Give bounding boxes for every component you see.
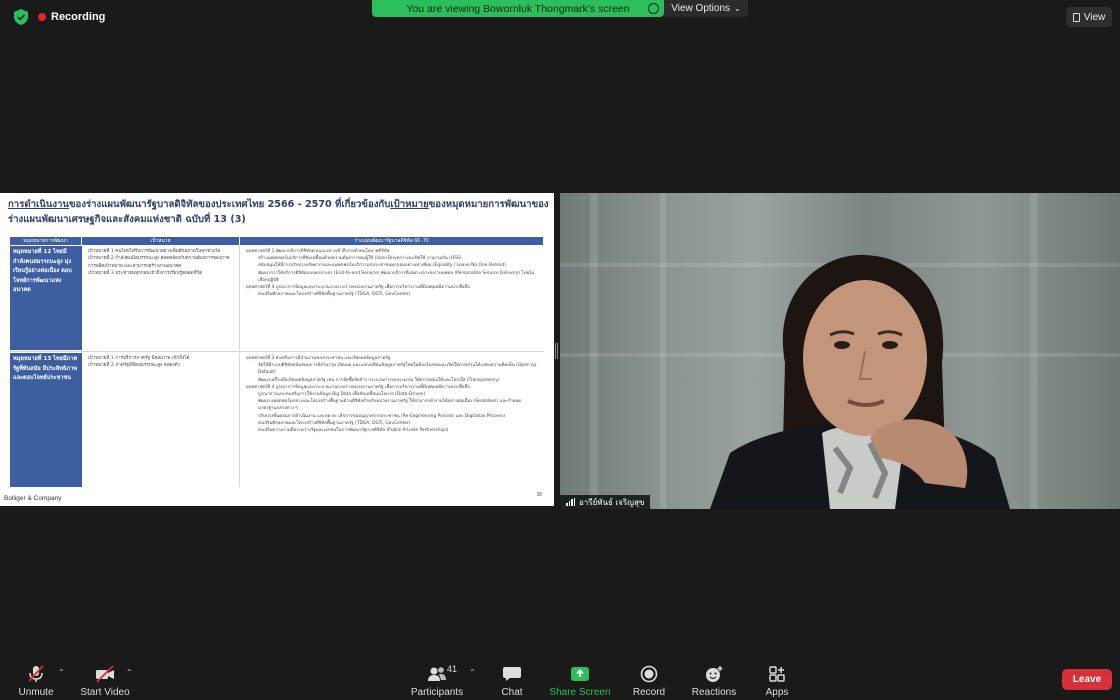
view-options-label: View Options	[671, 3, 731, 14]
view-button[interactable]: View	[1066, 7, 1112, 27]
slide-page-number: 38	[536, 492, 542, 498]
target-item: เป้าหมายที่ 2 กำลังคนมีสมรรถนะสูง สอดคล้…	[88, 256, 230, 269]
slide-title-part: ของร่างแผนพัฒนารัฐบาลดิจิทัลของประเทศไทย…	[69, 199, 391, 210]
plan-cell: ยุทธศาสตร์ที่ 3 ส่งเสริมการมีส่วนร่วมของ…	[240, 353, 544, 487]
plan-item: พัฒนาแพลตฟอร์มกลางและโครงสร้างพื้นฐานด้า…	[258, 399, 522, 412]
plan-item: ปรับปรุงขั้นตอนการดำเนินงาน และลด ละ เลิ…	[258, 413, 506, 419]
slide-title-line2: ร่างแผนพัฒนาเศรษฐกิจและสังคมแห่งชาติ ฉบั…	[8, 214, 246, 225]
share-screen-label: Share Screen	[549, 687, 611, 698]
plan-item: ยุทธศาสตร์ที่ 3 ส่งเสริมการมีส่วนร่วมของ…	[246, 356, 391, 361]
chevron-down-icon: ⌄	[734, 4, 741, 13]
participant-figure	[710, 254, 1010, 509]
plan-item: ยุทธศาสตร์ที่ 1 พัฒนาบริการดิจิทัลตามแนว…	[246, 249, 390, 254]
share-screen-icon	[570, 665, 590, 683]
video-camera-off-icon	[95, 665, 115, 683]
apps-button[interactable]: Apps	[760, 662, 794, 698]
slide-logo: Bolliger & Company	[4, 495, 62, 502]
unmute-button[interactable]: Unmute	[18, 662, 54, 698]
shield-check-icon[interactable]	[14, 9, 28, 25]
plan-item: ส่งเสริมศักยภาพและโครงสร้างดิจิทัลพื้นฐา…	[258, 420, 411, 426]
plan-item: ยุทธศาสตร์ที่ 4 บูรณาการข้อมูลและกระบวนง…	[246, 384, 470, 390]
recording-indicator[interactable]: Recording	[38, 11, 105, 23]
participants-button[interactable]: 41 Participants	[408, 662, 466, 698]
microphone-muted-icon	[26, 665, 46, 683]
share-status-icon	[648, 3, 659, 14]
plan-item: ส่งเสริมศักยภาพและโครงสร้างดิจิทัลพื้นฐา…	[258, 292, 411, 298]
table-row: หมุดหมายที่ 12 ไทยมีกำลังคนสมรรถนะสูง มุ…	[10, 246, 544, 350]
participant-name-tag: อารีย์พันธ์ เจริญสุข	[560, 495, 651, 509]
plan-item: พัฒนาการให้บริการดิจิทัลแบบครบวงจร (End-…	[258, 270, 535, 283]
share-screen-button[interactable]: Share Screen	[548, 662, 612, 698]
chat-bubble-icon	[502, 665, 522, 683]
view-label: View	[1083, 11, 1106, 23]
record-label: Record	[632, 687, 666, 698]
leave-button[interactable]: Leave	[1062, 669, 1112, 690]
view-layout-icon	[1072, 12, 1080, 22]
table-header: หมุดหมายการพัฒนา เป้าหมาย ร่างแผนพัฒนารั…	[10, 237, 544, 245]
plan-item: ยุทธศาสตร์ที่ 4 บูรณาการข้อมูลและกระบวนง…	[246, 285, 470, 291]
row-divider	[10, 351, 544, 352]
goal-cell: หมุดหมายที่ 12 ไทยมีกำลังคนสมรรถนะสูง มุ…	[10, 246, 82, 350]
slide-title: การดำเนินงานของร่างแผนพัฒนารัฐบาลดิจิทัล…	[8, 197, 550, 227]
participant-video[interactable]: อารีย์พันธ์ เจริญสุข	[560, 193, 1120, 509]
target-cell: เป้าหมายที่ 1 คนไทยได้รับการพัฒนาอย่างเต…	[82, 246, 240, 350]
start-video-button[interactable]: Start Video	[80, 662, 130, 698]
plan-item: ส่งเสริมความร่วมมือระหว่างรัฐและเอกชนในก…	[258, 428, 449, 434]
video-options-chevron-icon[interactable]: ⌃	[126, 668, 133, 677]
target-cell: เป้าหมายที่ 1 การบริการภาครัฐ มีคุณภาพ เ…	[82, 353, 240, 487]
record-dot-icon	[38, 13, 46, 21]
participant-name: อารีย์พันธ์ เจริญสุข	[579, 497, 645, 507]
record-button[interactable]: Record	[630, 662, 668, 698]
participants-options-chevron-icon[interactable]: ⌃	[469, 668, 476, 677]
table-header-cell: ร่างแผนพัฒนารัฐบาลดิจิทัล 66 -70	[240, 237, 544, 245]
plan-cell: ยุทธศาสตร์ที่ 1 พัฒนาบริการดิจิทัลตามแนว…	[240, 246, 544, 350]
table-row: หมุดหมายที่ 13 ไทยมีภาครัฐที่ทันสมัย มีป…	[10, 353, 544, 487]
apps-grid-icon	[767, 665, 787, 683]
audio-options-chevron-icon[interactable]: ⌃	[58, 668, 65, 677]
participants-count: 41	[447, 664, 458, 674]
slide-title-underlined-2: เป้าหมาย	[390, 199, 429, 210]
background-shelf	[660, 193, 666, 509]
chat-label: Chat	[501, 687, 523, 698]
slide-title-part: ของหมุดหมายการพัฒนาของ	[428, 199, 549, 210]
chat-button[interactable]: Chat	[496, 662, 528, 698]
background-shelf	[590, 193, 598, 509]
goal-cell: หมุดหมายที่ 13 ไทยมีภาครัฐที่ทันสมัย มีป…	[10, 353, 82, 487]
shared-screen: การดำเนินงานของร่างแผนพัฒนารัฐบาลดิจิทัล…	[0, 193, 554, 506]
target-item: เป้าหมายที่ 1 การบริการภาครัฐ มีคุณภาพ เ…	[88, 356, 190, 361]
meeting-toolbar: Unmute ⌃ Start Video ⌃ 41 Participants ⌃	[0, 658, 1120, 700]
reactions-button[interactable]: Reactions	[690, 662, 738, 698]
smiley-plus-icon	[704, 665, 724, 683]
signal-strength-icon	[566, 498, 575, 506]
background-shelf	[1030, 193, 1038, 509]
view-options-button[interactable]: View Options ⌄	[664, 0, 748, 17]
target-item: เป้าหมายที่ 3 ประชาชนทุกกลุ่มเข้าถึงการเ…	[88, 271, 203, 277]
record-icon	[639, 665, 659, 683]
target-item: เป้าหมายที่ 1 คนไทยได้รับการพัฒนาอย่างเต…	[88, 249, 221, 254]
participants-icon: 41	[427, 664, 457, 683]
table-header-cell: เป้าหมาย	[82, 237, 240, 245]
plan-item: บูรณาการและส่งเสริมการใช้งานข้อมูล Big D…	[258, 392, 426, 398]
plan-item: จัดให้มีระบบดิจิทัลสนับสนุนการมีส่วนร่วม…	[258, 363, 537, 376]
recording-label: Recording	[51, 11, 106, 23]
plan-item: สร้างแพลตฟอร์มบริการที่ขับเคลื่อนด้วยควา…	[258, 256, 462, 262]
slide-title-underlined-1: การดำเนินงาน	[8, 199, 69, 210]
reactions-label: Reactions	[691, 687, 737, 698]
unmute-label: Unmute	[18, 687, 54, 698]
top-status: Recording	[14, 8, 105, 26]
plan-item: พัฒนาเครื่องมือเปิดเผยข้อมูลภาครัฐ เช่น …	[258, 377, 500, 383]
plan-item: สนับสนุนให้มีการปรับปรุงทรัพยากรและแพลตฟ…	[258, 263, 506, 269]
target-item: เป้าหมายที่ 2 ภาครัฐมีขีดสมรรถนะสูง คล่อ…	[88, 363, 181, 369]
banner-text: You are viewing Bowornluk Thongmark's sc…	[406, 2, 630, 15]
start-video-label: Start Video	[80, 687, 130, 698]
apps-label: Apps	[765, 687, 789, 698]
screen-share-banner: You are viewing Bowornluk Thongmark's sc…	[372, 0, 664, 17]
participants-label: Participants	[410, 687, 464, 698]
table-header-cell: หมุดหมายการพัฒนา	[10, 237, 82, 245]
split-drag-handle[interactable]	[555, 343, 558, 359]
